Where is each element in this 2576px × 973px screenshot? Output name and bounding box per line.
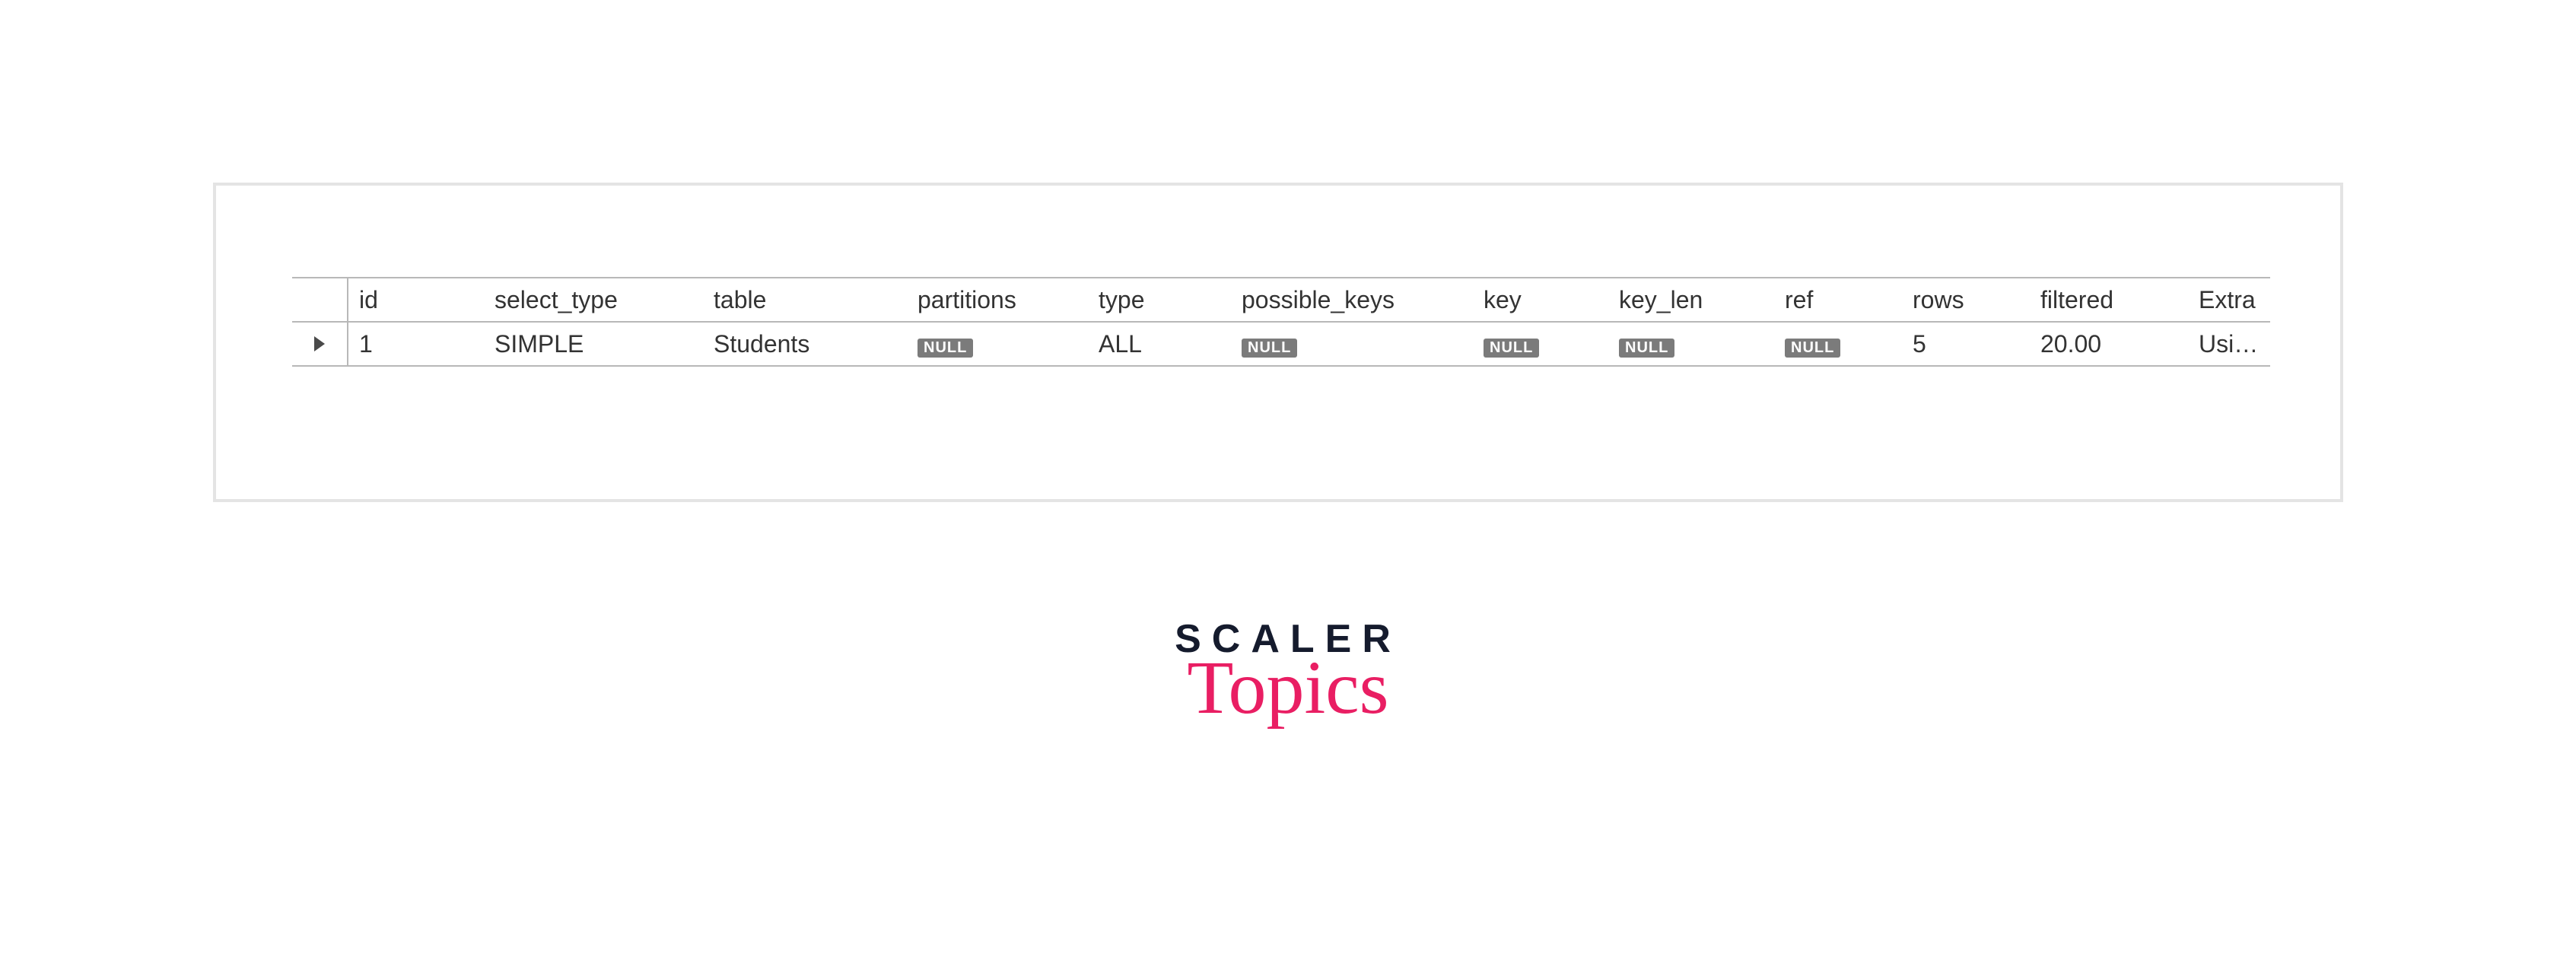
col-select-type: select_type [484, 286, 703, 314]
col-ref: ref [1774, 286, 1902, 314]
cell-partitions: NULL [907, 330, 1088, 358]
cell-rows: 5 [1902, 330, 2030, 358]
null-chip: NULL [1484, 339, 1539, 358]
cell-id: 1 [348, 330, 484, 358]
table-row[interactable]: 1 SIMPLE Students NULL ALL NULL NULL NUL… [292, 323, 2270, 365]
stage: id select_type table partitions type pos… [0, 0, 2576, 973]
cell-key-len: NULL [1608, 330, 1774, 358]
col-partitions: partitions [907, 286, 1088, 314]
col-possible-keys: possible_keys [1231, 286, 1473, 314]
col-extra: Extra [2188, 286, 2270, 314]
col-id: id [348, 286, 484, 314]
brand-logo: SCALER Topics [0, 616, 2576, 718]
result-panel: id select_type table partitions type pos… [213, 183, 2343, 502]
col-table: table [703, 286, 907, 314]
brand-line2: Topics [0, 657, 2576, 718]
row-gutter-header [292, 278, 348, 321]
null-chip: NULL [1785, 339, 1840, 358]
col-key-len: key_len [1608, 286, 1774, 314]
cell-select-type: SIMPLE [484, 330, 703, 358]
cell-possible-keys: NULL [1231, 330, 1473, 358]
play-icon [314, 336, 325, 351]
cell-key: NULL [1473, 330, 1608, 358]
cell-table: Students [703, 330, 907, 358]
cell-ref: NULL [1774, 330, 1902, 358]
col-type: type [1088, 286, 1231, 314]
table-header-row: id select_type table partitions type pos… [292, 278, 2270, 323]
cell-type: ALL [1088, 330, 1231, 358]
null-chip: NULL [918, 339, 973, 358]
cell-extra: Using where [2188, 330, 2270, 358]
current-row-indicator [292, 323, 348, 365]
col-key: key [1473, 286, 1608, 314]
null-chip: NULL [1619, 339, 1674, 358]
explain-table: id select_type table partitions type pos… [292, 277, 2270, 367]
null-chip: NULL [1242, 339, 1297, 358]
cell-filtered: 20.00 [2030, 330, 2188, 358]
col-rows: rows [1902, 286, 2030, 314]
col-filtered: filtered [2030, 286, 2188, 314]
